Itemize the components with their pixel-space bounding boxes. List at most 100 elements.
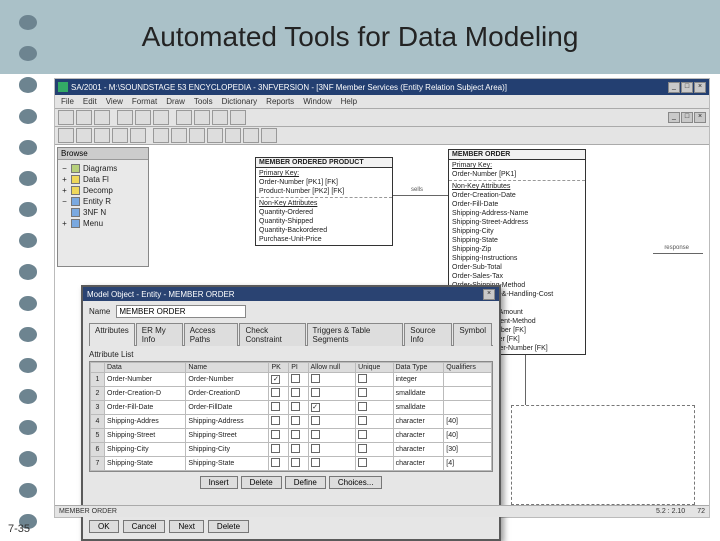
checkbox-icon[interactable]: [291, 458, 300, 467]
table-row[interactable]: 6Shipping-CityShipping-Citycharacter[30]: [91, 443, 492, 457]
toolbar-button[interactable]: [194, 110, 210, 125]
maximize-button[interactable]: □: [681, 112, 693, 123]
menu-item[interactable]: View: [106, 97, 123, 106]
browse-panel[interactable]: Browse −Diagrams +Data Fl +Decomp −Entit…: [57, 147, 149, 267]
tab-triggers[interactable]: Triggers & Table Segments: [307, 323, 404, 346]
toolbar-button[interactable]: [58, 110, 74, 125]
menu-item[interactable]: Reports: [266, 97, 294, 106]
toolbar-button[interactable]: [230, 110, 246, 125]
toolbar-button[interactable]: [212, 110, 228, 125]
toolbar-button[interactable]: [261, 128, 277, 143]
tree-item[interactable]: +Menu: [61, 218, 145, 229]
table-row[interactable]: 4Shipping-AddresShipping-Addresscharacte…: [91, 415, 492, 429]
tree-item[interactable]: −Diagrams: [61, 163, 145, 174]
checkbox-icon[interactable]: [358, 388, 367, 397]
tree-item[interactable]: +Decomp: [61, 185, 145, 196]
define-button[interactable]: Define: [285, 476, 326, 489]
menu-item[interactable]: Window: [303, 97, 331, 106]
tab-attributes[interactable]: Attributes: [89, 323, 135, 346]
entity-member-ordered-product[interactable]: MEMBER ORDERED PRODUCT Primary Key: Orde…: [255, 157, 393, 246]
tree-item[interactable]: −Entity R: [61, 196, 145, 207]
menu-item[interactable]: Draw: [166, 97, 185, 106]
menu-item[interactable]: Format: [132, 97, 157, 106]
checkbox-icon[interactable]: [291, 374, 300, 383]
table-row[interactable]: 3Order-Fill-DateOrder-FillDate✓smalldate: [91, 401, 492, 415]
menu-item[interactable]: File: [61, 97, 74, 106]
toolbar-button[interactable]: [117, 110, 133, 125]
checkbox-icon[interactable]: [271, 416, 280, 425]
checkbox-icon[interactable]: [271, 430, 280, 439]
checkbox-icon[interactable]: [271, 458, 280, 467]
checkbox-icon[interactable]: [358, 430, 367, 439]
close-button[interactable]: ×: [694, 82, 706, 93]
table-row[interactable]: 1Order-NumberOrder-Number✓integer: [91, 373, 492, 387]
toolbar-button[interactable]: [207, 128, 223, 143]
checkbox-icon[interactable]: [358, 374, 367, 383]
ok-button[interactable]: OK: [89, 520, 119, 533]
checkbox-icon[interactable]: [358, 458, 367, 467]
toolbar-button[interactable]: [76, 110, 92, 125]
checkbox-icon[interactable]: [311, 444, 320, 453]
diagram-workarea[interactable]: Browse −Diagrams +Data Fl +Decomp −Entit…: [55, 145, 709, 505]
toolbar-button[interactable]: [76, 128, 92, 143]
toolbar-button[interactable]: [243, 128, 259, 143]
menu-item[interactable]: Edit: [83, 97, 97, 106]
close-button[interactable]: ×: [483, 289, 495, 300]
insert-button[interactable]: Insert: [200, 476, 238, 489]
checkbox-icon[interactable]: [358, 402, 367, 411]
next-button[interactable]: Next: [169, 520, 203, 533]
checkbox-icon[interactable]: [291, 388, 300, 397]
toolbar-button[interactable]: [94, 128, 110, 143]
app-titlebar[interactable]: SA/2001 - M:\SOUNDSTAGE 53 ENCYCLOPEDIA …: [55, 79, 709, 95]
tab-check-constraint[interactable]: Check Constraint: [239, 323, 305, 346]
toolbar-button[interactable]: [171, 128, 187, 143]
checkbox-icon[interactable]: ✓: [311, 403, 320, 412]
tree-item[interactable]: 3NF N: [61, 207, 145, 218]
toolbar-button[interactable]: [130, 128, 146, 143]
maximize-button[interactable]: □: [681, 82, 693, 93]
menu-item[interactable]: Tools: [194, 97, 213, 106]
toolbar-button[interactable]: [225, 128, 241, 143]
checkbox-icon[interactable]: [358, 444, 367, 453]
checkbox-icon[interactable]: [271, 402, 280, 411]
checkbox-icon[interactable]: [271, 388, 280, 397]
checkbox-icon[interactable]: [291, 430, 300, 439]
cancel-button[interactable]: Cancel: [123, 520, 166, 533]
menu-item[interactable]: Help: [341, 97, 357, 106]
toolbar-button[interactable]: [153, 128, 169, 143]
entity-properties-dialog[interactable]: Model Object - Entity - MEMBER ORDER × N…: [81, 285, 501, 541]
toolbar-button[interactable]: [176, 110, 192, 125]
name-input[interactable]: [116, 305, 246, 318]
checkbox-icon[interactable]: [291, 402, 300, 411]
checkbox-icon[interactable]: [311, 374, 320, 383]
table-row[interactable]: 2Order-Creation-DOrder-CreationDsmalldat…: [91, 387, 492, 401]
choices-button[interactable]: Choices...: [329, 476, 383, 489]
menu-item[interactable]: Dictionary: [222, 97, 258, 106]
tree-item[interactable]: +Data Fl: [61, 174, 145, 185]
close-button[interactable]: ×: [694, 112, 706, 123]
delete-button[interactable]: Delete: [208, 520, 249, 533]
tab-source-info[interactable]: Source Info: [404, 323, 452, 346]
checkbox-icon[interactable]: [358, 416, 367, 425]
minimize-button[interactable]: _: [668, 82, 680, 93]
toolbar-button[interactable]: [94, 110, 110, 125]
toolbar-button[interactable]: [135, 110, 151, 125]
dialog-titlebar[interactable]: Model Object - Entity - MEMBER ORDER ×: [83, 287, 499, 301]
table-row[interactable]: 7Shipping-StateShipping-Statecharacter[4…: [91, 457, 492, 471]
tab-symbol[interactable]: Symbol: [453, 323, 492, 346]
checkbox-icon[interactable]: [271, 444, 280, 453]
checkbox-icon[interactable]: [311, 458, 320, 467]
checkbox-icon[interactable]: [311, 430, 320, 439]
checkbox-icon[interactable]: [311, 416, 320, 425]
checkbox-icon[interactable]: [291, 416, 300, 425]
delete-row-button[interactable]: Delete: [241, 476, 282, 489]
checkbox-icon[interactable]: ✓: [271, 375, 280, 384]
tab-er-my-info[interactable]: ER My Info: [136, 323, 183, 346]
tab-access-paths[interactable]: Access Paths: [184, 323, 239, 346]
toolbar-button[interactable]: [153, 110, 169, 125]
toolbar-button[interactable]: [58, 128, 74, 143]
minimize-button[interactable]: _: [668, 112, 680, 123]
table-row[interactable]: 5Shipping-StreetShipping-Streetcharacter…: [91, 429, 492, 443]
toolbar-button[interactable]: [112, 128, 128, 143]
attribute-grid[interactable]: Data Name PK PI Allow null Unique Data T…: [89, 361, 493, 472]
